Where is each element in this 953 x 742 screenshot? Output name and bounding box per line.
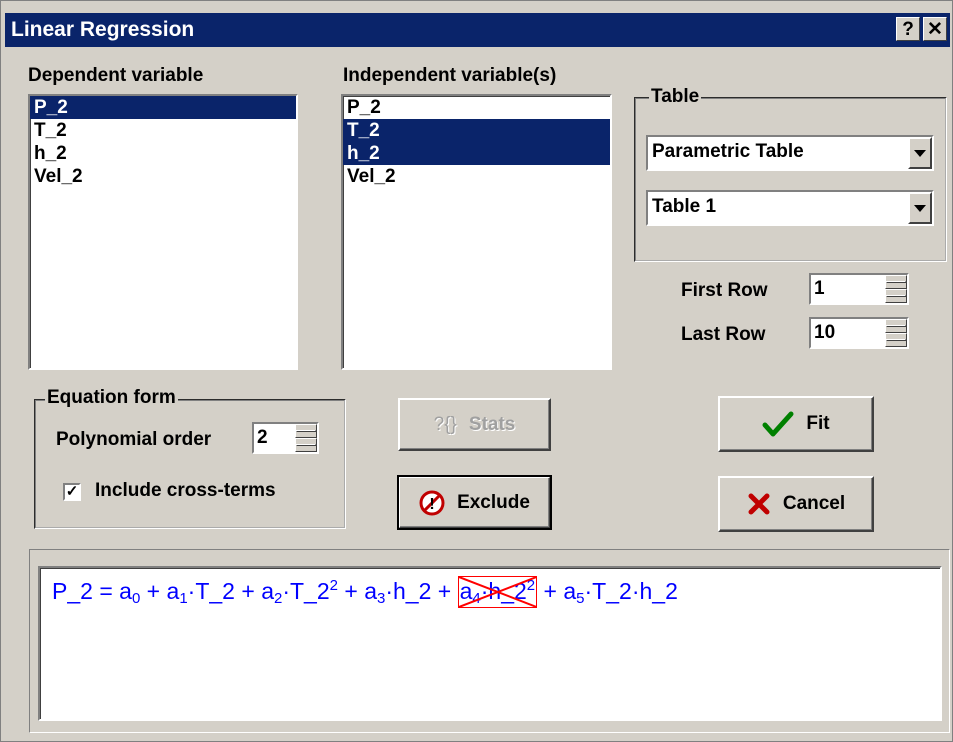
polynomial-order-label: Polynomial order bbox=[56, 429, 212, 450]
chevron-down-icon[interactable] bbox=[908, 137, 932, 169]
svg-text:!: ! bbox=[429, 496, 434, 513]
spin-up-icon[interactable] bbox=[295, 424, 317, 438]
checkmark-icon bbox=[762, 411, 794, 437]
first-row-stepper[interactable]: 1 bbox=[809, 273, 909, 305]
spin-up-icon[interactable] bbox=[885, 319, 907, 333]
equation-display[interactable]: P_2 = a0 + a1·T_2 + a2·T_22 + a3·h_2 + a… bbox=[38, 566, 942, 721]
spin-down-icon[interactable] bbox=[885, 289, 907, 303]
excluded-cross-mark bbox=[459, 577, 537, 607]
exclude-button-label: Exclude bbox=[457, 491, 530, 513]
term-a4-excluded[interactable]: a4·h_22 bbox=[457, 576, 538, 608]
spin-down-icon[interactable] bbox=[885, 333, 907, 347]
first-row-label: First Row bbox=[681, 280, 768, 301]
table-name-value: Table 1 bbox=[652, 196, 717, 217]
first-row-value: 1 bbox=[814, 278, 825, 299]
close-button[interactable]: ✕ bbox=[923, 17, 947, 41]
fit-button-label: Fit bbox=[806, 413, 830, 434]
stats-icon: ?{} bbox=[433, 413, 457, 435]
independent-variables-list[interactable]: P_2 T_2 h_2 Vel_2 bbox=[341, 94, 612, 370]
exclude-icon: ! bbox=[419, 490, 445, 515]
independent-list-item[interactable]: P_2 bbox=[343, 96, 610, 119]
window-title: Linear Regression bbox=[11, 18, 195, 41]
independent-list-item[interactable]: T_2 bbox=[343, 119, 610, 142]
cancel-button[interactable]: Cancel bbox=[718, 476, 874, 532]
title-bar: Linear Regression ? ✕ bbox=[5, 13, 950, 47]
dependent-list-item[interactable]: P_2 bbox=[30, 96, 296, 119]
dependent-list-item[interactable]: h_2 bbox=[30, 142, 296, 165]
term-a3[interactable]: a3·h_2 bbox=[364, 578, 431, 607]
last-row-label: Last Row bbox=[681, 324, 766, 345]
table-name-select[interactable]: Table 1 bbox=[646, 190, 934, 226]
stats-button-label: Stats bbox=[468, 413, 516, 435]
dependent-list-item[interactable]: T_2 bbox=[30, 119, 296, 142]
term-a0[interactable]: a0 bbox=[119, 578, 140, 607]
equation-form-group bbox=[34, 399, 346, 529]
cancel-button-label: Cancel bbox=[782, 493, 846, 514]
chevron-down-icon[interactable] bbox=[908, 192, 932, 224]
last-row-stepper[interactable]: 10 bbox=[809, 317, 909, 349]
dependent-variable-list[interactable]: P_2 T_2 h_2 Vel_2 bbox=[28, 94, 298, 370]
include-cross-terms-checkbox[interactable]: ✓ bbox=[63, 483, 81, 501]
independent-list-item[interactable]: Vel_2 bbox=[343, 165, 610, 188]
spin-up-icon[interactable] bbox=[885, 275, 907, 289]
equation-lhs: P_2 bbox=[52, 578, 93, 604]
equation-equals: = bbox=[92, 578, 120, 604]
linear-regression-dialog: Linear Regression ? ✕ Dependent variable… bbox=[0, 0, 953, 742]
independent-variables-label: Independent variable(s) bbox=[343, 65, 557, 86]
table-group bbox=[634, 97, 947, 262]
table-group-label: Table bbox=[649, 86, 702, 108]
dependent-variable-label: Dependent variable bbox=[28, 65, 204, 86]
spin-down-icon[interactable] bbox=[295, 438, 317, 452]
polynomial-order-value: 2 bbox=[257, 427, 268, 448]
term-a2[interactable]: a2·T_22 bbox=[261, 577, 338, 607]
last-row-value: 10 bbox=[814, 322, 836, 343]
stats-button[interactable]: ?{} Stats bbox=[398, 398, 551, 451]
polynomial-order-stepper[interactable]: 2 bbox=[252, 422, 319, 454]
dependent-list-item[interactable]: Vel_2 bbox=[30, 165, 296, 188]
term-a1[interactable]: a1·T_2 bbox=[167, 578, 235, 607]
exclude-button[interactable]: ! Exclude bbox=[397, 475, 552, 530]
x-mark-icon bbox=[748, 493, 770, 515]
help-button[interactable]: ? bbox=[896, 17, 920, 41]
include-cross-terms-label: Include cross-terms bbox=[95, 480, 276, 501]
fit-button[interactable]: Fit bbox=[718, 396, 874, 452]
check-icon: ✓ bbox=[65, 483, 79, 500]
term-a5[interactable]: a5·T_2·h_2 bbox=[563, 578, 678, 607]
independent-list-item[interactable]: h_2 bbox=[343, 142, 610, 165]
regression-equation: P_2 = a0 + a1·T_2 + a2·T_22 + a3·h_2 + a… bbox=[52, 576, 678, 608]
table-type-select[interactable]: Parametric Table bbox=[646, 135, 934, 171]
table-type-value: Parametric Table bbox=[652, 141, 804, 162]
equation-form-label: Equation form bbox=[45, 387, 178, 409]
